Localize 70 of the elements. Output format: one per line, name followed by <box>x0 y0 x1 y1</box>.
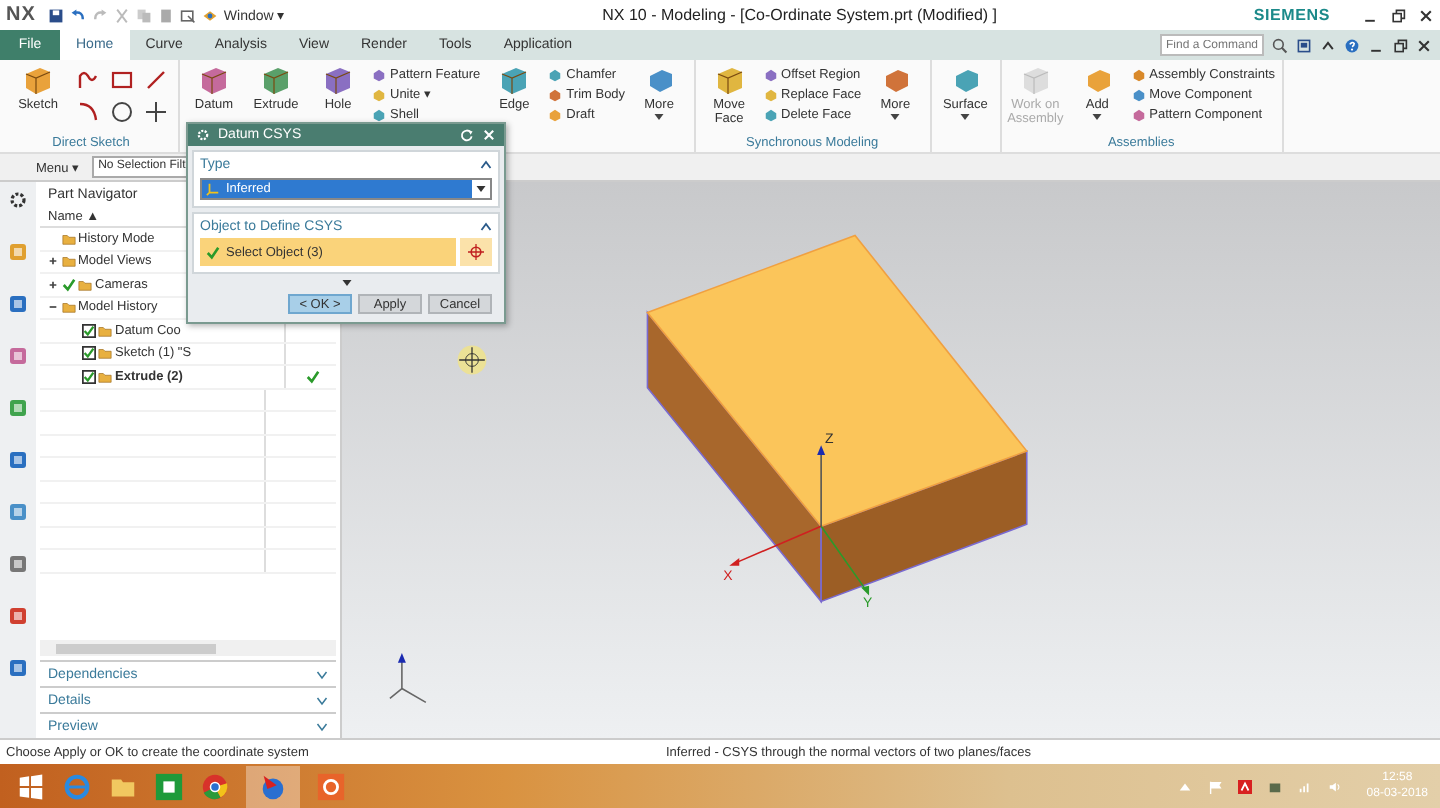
navigator-icon[interactable] <box>8 398 28 418</box>
search-icon[interactable] <box>1272 37 1288 53</box>
restore-icon[interactable] <box>1390 7 1406 23</box>
panel-icon[interactable] <box>1296 37 1312 53</box>
brand-name: SIEMENS <box>1253 6 1330 24</box>
expand-icon[interactable] <box>48 279 58 290</box>
chevron-up-icon[interactable] <box>480 221 492 231</box>
restore-icon[interactable] <box>1392 37 1408 53</box>
checkbox[interactable] <box>81 323 95 338</box>
close-icon[interactable] <box>1418 7 1434 23</box>
antivirus-icon[interactable] <box>1238 779 1253 793</box>
chevron-down-icon <box>316 695 328 705</box>
capture-app-icon[interactable] <box>316 771 346 801</box>
checkbox[interactable] <box>81 369 95 384</box>
windows-start-icon[interactable] <box>16 771 46 801</box>
collapse-icon[interactable] <box>48 302 58 313</box>
window-switch-icon[interactable] <box>201 7 218 23</box>
crosshair-button[interactable] <box>460 238 492 266</box>
cube-icon <box>260 64 292 96</box>
caret-icon <box>654 114 665 120</box>
navigator-icon[interactable] <box>8 554 28 574</box>
close-icon[interactable] <box>1416 37 1432 53</box>
expand-icon[interactable] <box>48 256 58 267</box>
navigator-icon[interactable] <box>8 502 28 522</box>
rectangle-icon[interactable] <box>110 68 134 92</box>
chevron-down-icon <box>316 721 328 731</box>
app-logo: NX <box>6 4 36 26</box>
cube-icon <box>322 64 354 96</box>
horizontal-scrollbar[interactable] <box>40 640 336 656</box>
csys-icon <box>206 182 220 196</box>
gear-icon[interactable] <box>8 190 28 210</box>
navigator-icon[interactable] <box>8 450 28 470</box>
chevron-down-icon <box>316 669 328 679</box>
caret-icon <box>890 114 901 120</box>
caret-icon <box>1092 114 1103 120</box>
line-icon[interactable] <box>144 68 168 92</box>
help-icon[interactable] <box>1344 37 1360 53</box>
cube-icon <box>498 64 531 96</box>
chevron-up-icon[interactable] <box>480 159 492 169</box>
caret-icon <box>960 114 971 120</box>
window-title: NX 10 - Modeling - [Co-Ordinate System.prt (Modified) ] <box>600 6 1000 24</box>
store-icon[interactable] <box>154 771 184 801</box>
caret-icon[interactable] <box>341 280 351 286</box>
checkmark-icon[interactable] <box>61 277 75 292</box>
cad-app-icon[interactable] <box>258 771 288 801</box>
reset-icon[interactable] <box>460 128 474 142</box>
circle-icon[interactable] <box>110 100 134 124</box>
navigator-icon[interactable] <box>8 606 28 626</box>
curve-icon[interactable] <box>76 68 100 92</box>
crosshair-cursor-icon <box>456 344 488 376</box>
save-icon[interactable] <box>47 7 64 23</box>
checkbox[interactable] <box>81 346 95 361</box>
chrome-icon[interactable] <box>200 771 230 801</box>
network-tool-icon[interactable] <box>1268 779 1283 793</box>
touch-mode-icon[interactable] <box>179 7 196 23</box>
cube-icon <box>713 64 746 96</box>
navigator-icon[interactable] <box>8 346 28 366</box>
plus-icon[interactable] <box>144 100 168 124</box>
navigator-icon[interactable] <box>8 294 28 314</box>
arc-icon[interactable] <box>76 100 100 124</box>
navigator-icon[interactable] <box>8 658 28 678</box>
checkmark-icon <box>306 369 320 384</box>
triad-icon <box>389 652 427 704</box>
cube-icon <box>22 64 54 96</box>
caret-icon <box>472 180 490 198</box>
collapse-ribbon-icon[interactable] <box>1320 37 1336 53</box>
undo-icon[interactable] <box>69 7 86 23</box>
cube-icon <box>198 64 230 96</box>
crosshair-icon <box>468 244 484 260</box>
gear-icon <box>196 128 210 142</box>
